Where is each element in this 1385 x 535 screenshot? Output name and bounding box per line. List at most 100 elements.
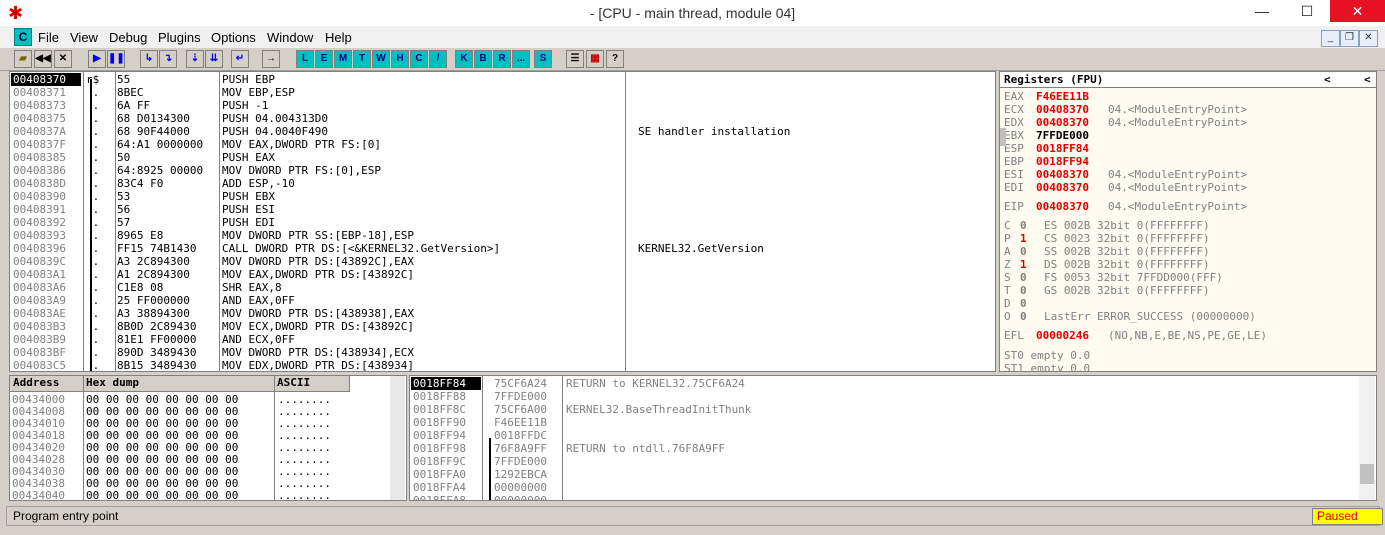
instruction-address[interactable]: 00408396 — [11, 242, 81, 255]
instruction-bytes[interactable]: 64:A1 0000000 — [117, 138, 214, 151]
dump-address[interactable]: 00434040 — [12, 489, 65, 500]
stack-value[interactable]: 0018FFDC — [494, 429, 547, 442]
minimize-button[interactable]: — — [1240, 0, 1284, 22]
mdi-minimize-icon[interactable]: _ — [1321, 30, 1340, 47]
stack-address[interactable]: 0018FFA0 — [411, 468, 481, 481]
memory-map-button[interactable]: M — [334, 50, 352, 68]
instruction-bytes[interactable]: A1 2C894300 — [117, 268, 214, 281]
stack-address[interactable]: 0018FFA8 — [411, 494, 481, 500]
instruction-address[interactable]: 004083A6 — [11, 281, 81, 294]
references-button[interactable]: R — [493, 50, 511, 68]
flag-value[interactable]: 0 — [1020, 297, 1027, 310]
stack-address[interactable]: 0018FF8C — [411, 403, 481, 416]
registers-header[interactable]: Registers (FPU) < < — [1000, 72, 1376, 88]
instruction-bytes[interactable]: FF15 74B1430 — [117, 242, 214, 255]
menu-plugins[interactable]: Plugins — [158, 30, 201, 45]
instruction-bytes[interactable]: 8BEC — [117, 86, 214, 99]
instruction-text[interactable]: PUSH 04.004313D0 — [222, 112, 328, 125]
dump-hex[interactable]: 00 00 00 00 00 00 00 00 — [86, 489, 238, 500]
menu-options[interactable]: Options — [211, 30, 256, 45]
instruction-address[interactable]: 00408392 — [11, 216, 81, 229]
close-icon[interactable]: ✕ — [54, 50, 72, 68]
stack-pane[interactable]: 0018FF84 75CF6A24 RETURN to KERNEL32.75CF6… — [409, 375, 1377, 501]
open-icon[interactable]: ▰ — [14, 50, 32, 68]
instruction-text[interactable]: MOV DWORD PTR DS:[438934],ECX — [222, 346, 414, 359]
source-button[interactable]: S — [534, 50, 552, 68]
menu-file[interactable]: File — [38, 30, 59, 45]
register-value[interactable]: 7FFDE000 — [1036, 129, 1089, 142]
hex-dump-pane[interactable]: Address Hex dump ASCII 00434000 00 00 00 00 … — [9, 375, 407, 501]
instruction-text[interactable]: PUSH 04.0040F490 — [222, 125, 328, 138]
instruction-bytes[interactable]: 8B15 3489430 — [117, 359, 214, 371]
instruction-text[interactable]: AND ECX,0FF — [222, 333, 295, 346]
menu-help[interactable]: Help — [325, 30, 352, 45]
instruction-text[interactable]: ADD ESP,-10 — [222, 177, 295, 190]
stack-address[interactable]: 0018FF94 — [411, 429, 481, 442]
patches-button[interactable]: / — [429, 50, 447, 68]
instruction-address[interactable]: 00408391 — [11, 203, 81, 216]
instruction-text[interactable]: PUSH ESI — [222, 203, 275, 216]
go-to-icon[interactable]: → — [262, 50, 280, 68]
menu-debug[interactable]: Debug — [109, 30, 147, 45]
instruction-bytes[interactable]: 53 — [117, 190, 214, 203]
menu-view[interactable]: View — [70, 30, 98, 45]
instruction-text[interactable]: PUSH EBX — [222, 190, 275, 203]
instruction-text[interactable]: MOV DWORD PTR DS:[43892C],EAX — [222, 255, 414, 268]
instruction-bytes[interactable]: 68 90F44000 — [117, 125, 214, 138]
registers-prev-icon[interactable]: < — [1324, 73, 1331, 86]
instruction-bytes[interactable]: 56 — [117, 203, 214, 216]
run-icon[interactable]: ▶ — [88, 50, 106, 68]
stack-value[interactable]: 7FFDE000 — [494, 455, 547, 468]
instruction-address[interactable]: 004083C5 — [11, 359, 81, 371]
cpu-window-icon[interactable]: C — [14, 28, 32, 46]
instruction-text[interactable]: MOV DWORD PTR FS:[0],ESP — [222, 164, 381, 177]
instruction-bytes[interactable]: 50 — [117, 151, 214, 164]
stack-value[interactable]: F46EE11B — [494, 416, 547, 429]
stack-value[interactable]: 75CF6A24 — [494, 377, 547, 390]
flag-value[interactable]: 1 — [1020, 258, 1027, 271]
flag-value[interactable]: 0 — [1020, 310, 1027, 323]
handles-button[interactable]: H — [391, 50, 409, 68]
flag-value[interactable]: 0 — [1020, 245, 1027, 258]
dump-ascii[interactable]: ........ — [278, 489, 331, 500]
instruction-bytes[interactable]: 25 FF000000 — [117, 294, 214, 307]
instruction-bytes[interactable]: 57 — [117, 216, 214, 229]
instruction-address[interactable]: 00408373 — [11, 99, 81, 112]
register-value[interactable]: 0018FF84 — [1036, 142, 1089, 155]
register-value[interactable]: 00000246 — [1036, 329, 1089, 342]
mdi-restore-icon[interactable]: ❐ — [1340, 30, 1359, 47]
instruction-address[interactable]: 00408390 — [11, 190, 81, 203]
instruction-address[interactable]: 00408393 — [11, 229, 81, 242]
registers-pane[interactable]: Registers (FPU) < < EAX F46EE11B ECX 004083… — [999, 71, 1377, 372]
instruction-bytes[interactable]: 8B0D 2C89430 — [117, 320, 214, 333]
register-value[interactable]: 00408370 — [1036, 181, 1089, 194]
column-header[interactable]: Hex dump — [83, 376, 277, 392]
stack-value[interactable]: 00000000 — [494, 481, 547, 494]
instruction-address[interactable]: 004083A9 — [11, 294, 81, 307]
instruction-address[interactable]: 0040839C — [11, 255, 81, 268]
stack-address[interactable]: 0018FF84 — [411, 377, 481, 390]
column-header[interactable]: Address — [10, 376, 86, 392]
dump-scrollbar[interactable] — [390, 376, 405, 500]
disassembly-pane[interactable]: 00408370 r$ 55 PUSH EBP 00408371 . 8BEC MOV EB… — [9, 71, 996, 372]
instruction-address[interactable]: 00408371 — [11, 86, 81, 99]
instruction-text[interactable]: MOV DWORD PTR SS:[EBP-18],ESP — [222, 229, 414, 242]
instruction-address[interactable]: 004083A1 — [11, 268, 81, 281]
register-value[interactable]: 00408370 — [1036, 116, 1089, 129]
stack-value[interactable]: 7FFDE000 — [494, 390, 547, 403]
log-window-button[interactable]: L — [296, 50, 314, 68]
instruction-address[interactable]: 00408375 — [11, 112, 81, 125]
instruction-address[interactable]: 00408370 — [11, 73, 81, 86]
instruction-text[interactable]: PUSH EAX — [222, 151, 275, 164]
instruction-text[interactable]: MOV EAX,DWORD PTR DS:[43892C] — [222, 268, 414, 281]
instruction-address[interactable]: 0040838D — [11, 177, 81, 190]
list-icon[interactable]: ☰ — [566, 50, 584, 68]
instruction-bytes[interactable]: 81E1 FF00000 — [117, 333, 214, 346]
instruction-text[interactable]: PUSH EBP — [222, 73, 275, 86]
windows-button[interactable]: W — [372, 50, 390, 68]
flag-value[interactable]: 1 — [1020, 232, 1027, 245]
register-value[interactable]: 00408370 — [1036, 168, 1089, 181]
instruction-text[interactable]: AND EAX,0FF — [222, 294, 295, 307]
register-value[interactable]: 0018FF94 — [1036, 155, 1089, 168]
stack-address[interactable]: 0018FF98 — [411, 442, 481, 455]
